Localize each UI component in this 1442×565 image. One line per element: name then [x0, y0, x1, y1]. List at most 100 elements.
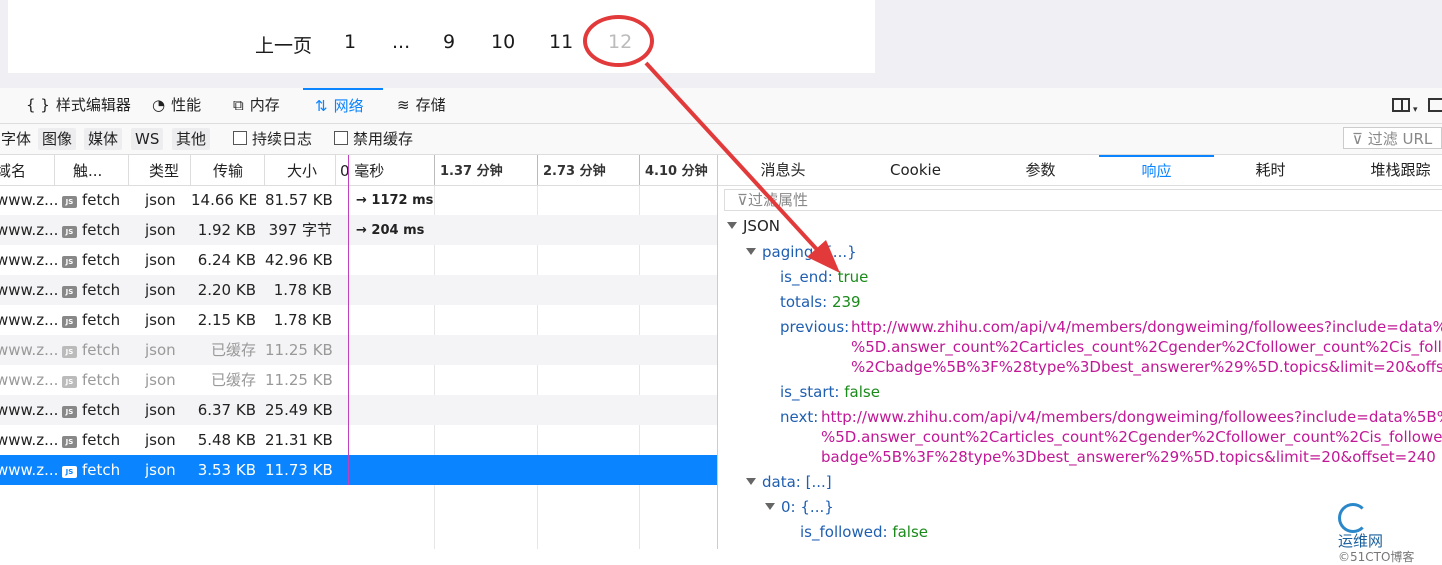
chevron-down-icon[interactable]: ▾ — [1413, 105, 1418, 115]
database-icon: ≋ — [397, 96, 410, 114]
page-link-11[interactable]: 11 — [549, 31, 573, 53]
tab-label: 内存 — [249, 96, 280, 114]
cell-type: json — [145, 401, 176, 419]
js-file-icon: JS — [62, 226, 77, 238]
filter-icon: ⊽ — [1352, 130, 1368, 148]
expand-triangle-icon[interactable] — [746, 248, 756, 255]
table-row[interactable]: www.z... JS fetch json 2.20 KB 1.78 KB — [0, 275, 717, 305]
cell-cause: JS fetch — [62, 185, 120, 215]
details-tabbar: 消息头 Cookie 参数 响应 耗时 堆栈跟踪 — [718, 155, 1442, 186]
cell-type: json — [145, 431, 176, 449]
cell-size: 397 字节 — [268, 221, 332, 239]
cell-type: json — [145, 191, 176, 209]
tab-cookies[interactable]: Cookie — [878, 155, 953, 185]
tab-memory[interactable]: ⧉ 内存 — [233, 88, 280, 123]
tab-stack-trace[interactable]: 堆栈跟踪 — [1358, 155, 1442, 185]
cause-label: fetch — [82, 401, 121, 419]
waterfall-start-label: 0 毫秒 — [340, 162, 385, 180]
table-row[interactable]: www.z... JS fetch json 3.53 KB 11.73 KB — [0, 455, 717, 485]
watermark-text: 运维网 — [1338, 532, 1384, 550]
table-row[interactable]: www.z... JS fetch json 6.37 KB 25.49 KB — [0, 395, 717, 425]
disable-cache-toggle[interactable]: 禁用缓存 — [330, 128, 417, 150]
json-previous-line-1: http://www.zhihu.com/api/v4/members/dong… — [851, 318, 1442, 336]
json-brace: {...} — [800, 498, 834, 516]
cell-transferred: 3.53 KB — [197, 461, 256, 479]
json-previous-line-3: %2Cbadge%5B%3F%28type%3Dbest_answerer%29… — [851, 358, 1442, 376]
page-link-1[interactable]: 1 — [344, 31, 356, 53]
tab-performance[interactable]: ◔ 性能 — [152, 88, 201, 123]
expand-triangle-icon[interactable] — [746, 478, 756, 485]
expand-triangle-icon[interactable] — [727, 222, 737, 229]
cell-transferred: 5.48 KB — [197, 431, 256, 449]
tab-style-editor[interactable]: { } 样式编辑器 — [26, 88, 131, 123]
js-file-icon: JS — [62, 196, 77, 208]
json-totals: totals: 239 — [780, 293, 861, 311]
cell-type: json — [145, 281, 176, 299]
table-row[interactable]: www.z... JS fetch json 5.48 KB 21.31 KB — [0, 425, 717, 455]
js-file-icon: JS — [62, 256, 77, 268]
page-link-10[interactable]: 10 — [491, 31, 515, 53]
persist-logs-checkbox[interactable] — [233, 131, 247, 145]
json-key: data: — [762, 473, 801, 491]
cell-cause: JS fetch — [62, 245, 120, 275]
request-details-panel: 消息头 Cookie 参数 响应 耗时 堆栈跟踪 ⊽过滤属性 JSON pagi… — [717, 155, 1442, 549]
json-paging-node[interactable]: paging: {...} — [746, 243, 857, 261]
json-is-followed: is_followed: false — [800, 523, 928, 541]
cell-cause: JS fetch — [62, 335, 120, 365]
json-key: 0: — [781, 498, 796, 516]
cell-size: 42.96 KB — [265, 251, 332, 269]
page-link-12-current: 12 — [608, 31, 633, 53]
json-data-node[interactable]: data: [...] — [746, 473, 832, 491]
table-row[interactable]: www.z... JS fetch json 1.92 KB 397 字节 → 204 ms — [0, 215, 717, 245]
persist-logs-toggle[interactable]: 持续日志 — [229, 128, 316, 150]
json-key: paging: — [762, 243, 819, 261]
tab-storage[interactable]: ≋ 存储 — [397, 88, 446, 123]
devtools-toolbar: { } 样式编辑器 ◔ 性能 ⧉ 内存 ⇅ 网络 ≋ 存储 ▾ — [0, 88, 1442, 124]
expand-triangle-icon[interactable] — [765, 503, 775, 510]
cell-transferred: 6.37 KB — [197, 401, 256, 419]
js-file-icon: JS — [62, 466, 77, 478]
json-item-0-node[interactable]: 0: {...} — [765, 498, 834, 516]
json-next-line-2: %5D.answer_count%2Carticles_count%2Cgend… — [821, 428, 1442, 446]
table-row[interactable]: www.z... JS fetch json 已缓存 11.25 KB — [0, 335, 717, 365]
cell-size: 11.25 KB — [265, 371, 332, 389]
popout-icon[interactable] — [1428, 98, 1442, 112]
dock-layout-icon[interactable] — [1392, 98, 1410, 112]
filter-other[interactable]: 其他 — [172, 128, 211, 150]
filter-url-input[interactable]: ⊽ 过滤 URL — [1343, 127, 1442, 149]
filter-websocket[interactable]: WS — [131, 128, 164, 150]
col-header-cause[interactable]: 触... — [55, 155, 129, 185]
tab-params[interactable]: 参数 — [1008, 155, 1073, 185]
tab-response[interactable]: 响应 — [1099, 155, 1214, 185]
request-table: 域名 触... 类型 传输 大小 0 毫秒 1.37 分钟 2.73 分钟 4.… — [0, 155, 717, 549]
json-is-end: is_end: true — [780, 268, 868, 286]
tab-label: 性能 — [171, 96, 202, 114]
cell-cause: JS fetch — [62, 455, 120, 485]
col-header-type[interactable]: 类型 — [129, 155, 191, 185]
page-link-9[interactable]: 9 — [443, 31, 455, 53]
table-row[interactable]: www.z... JS fetch json 14.66 KB 81.57 KB → 117… — [0, 185, 717, 215]
table-row[interactable]: www.z... JS fetch json 已缓存 11.25 KB — [0, 365, 717, 395]
json-key: totals: — [780, 293, 828, 311]
json-key: is_end: — [780, 268, 833, 286]
json-brace: [...] — [805, 473, 832, 491]
table-row[interactable]: www.z... JS fetch json 6.24 KB 42.96 KB — [0, 245, 717, 275]
tab-network[interactable]: ⇅ 网络 — [303, 88, 383, 121]
json-root-node[interactable]: JSON — [727, 217, 780, 235]
filter-media[interactable]: 媒体 — [84, 128, 123, 150]
filter-images[interactable]: 图像 — [38, 128, 77, 150]
tab-label: 存储 — [415, 96, 446, 114]
prev-page-link[interactable]: 上一页 — [255, 31, 312, 58]
network-filter-bar: 字体 图像 媒体 WS 其他 持续日志 禁用缓存 ⊽ 过滤 URL — [0, 124, 1442, 155]
disable-cache-checkbox[interactable] — [334, 131, 348, 145]
col-header-domain[interactable]: 域名 — [0, 155, 55, 185]
col-header-transferred[interactable]: 传输 — [191, 155, 265, 185]
filter-fonts[interactable]: 字体 — [0, 128, 35, 150]
tab-timings[interactable]: 耗时 — [1238, 155, 1303, 185]
request-table-header: 域名 触... 类型 传输 大小 0 毫秒 1.37 分钟 2.73 分钟 4.… — [0, 155, 717, 186]
col-header-size[interactable]: 大小 — [265, 155, 336, 185]
watermark-logo-icon — [1338, 503, 1368, 533]
filter-properties-input[interactable]: ⊽过滤属性 — [724, 189, 1442, 211]
tab-headers[interactable]: 消息头 — [748, 155, 818, 185]
table-row[interactable]: www.z... JS fetch json 2.15 KB 1.78 KB — [0, 305, 717, 335]
